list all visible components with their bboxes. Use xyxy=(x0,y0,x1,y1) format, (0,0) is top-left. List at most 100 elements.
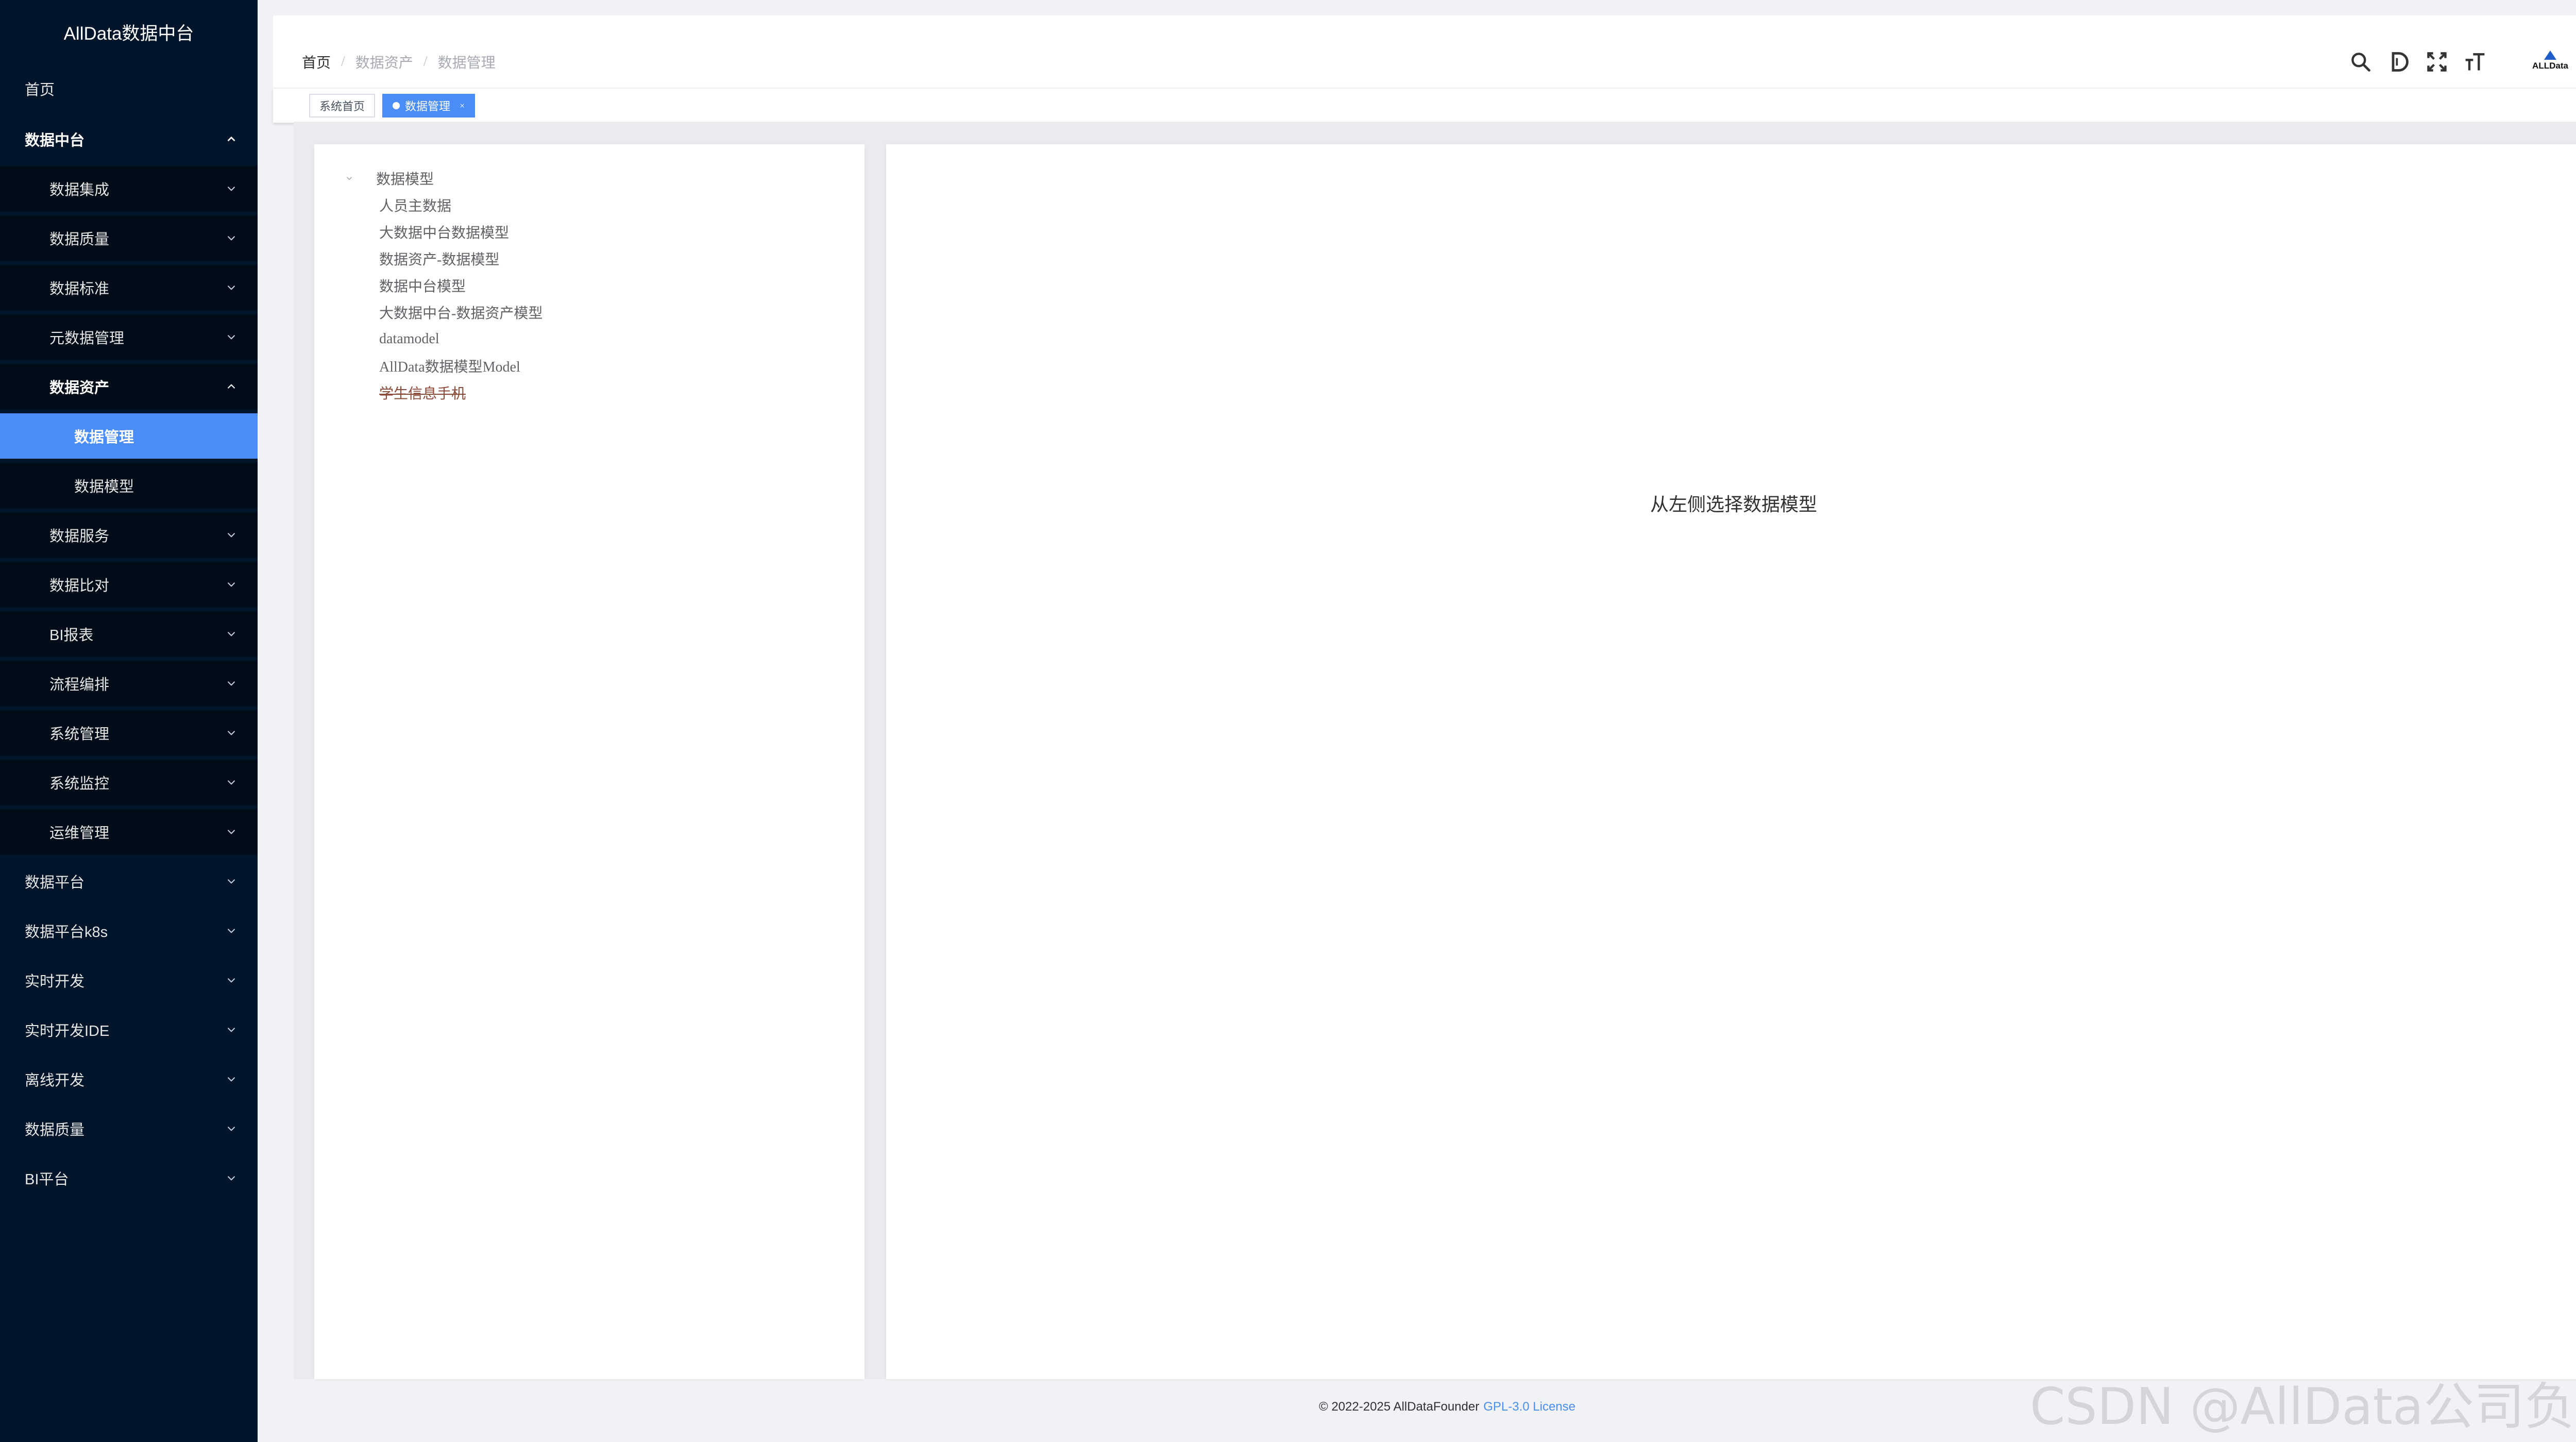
sidebar-item-label: BI报表 xyxy=(49,627,94,644)
sidebar-item-label: 数据比对 xyxy=(49,578,110,594)
breadcrumb-data-assets: 数据资产 xyxy=(355,55,413,71)
breadcrumb-home[interactable]: 首页 xyxy=(302,52,331,72)
sidebar-item-metadata[interactable]: 元数据管理 xyxy=(0,314,258,360)
sidebar-item-bi-report[interactable]: BI报表 xyxy=(0,611,258,657)
sidebar: AllData数据中台 首页 数据中台 数据集成 数据质量 数据标准 元数据管理… xyxy=(0,0,258,1442)
sidebar-item-data-quality-platform[interactable]: 数据质量 xyxy=(0,1106,258,1151)
model-detail-panel: 从左侧选择数据模型 xyxy=(886,144,2576,1379)
app-title: AllData数据中台 xyxy=(63,24,194,44)
tree-node-disabled[interactable]: 学生信息手机 xyxy=(379,379,466,406)
sidebar-item-label: 数据模型 xyxy=(74,479,134,495)
sidebar-item-label: 离线开发 xyxy=(25,1072,85,1089)
sidebar-item-data-platform[interactable]: 数据平台 xyxy=(0,859,258,904)
sidebar-item-data-platform-k8s[interactable]: 数据平台k8s xyxy=(0,908,258,953)
tree-node[interactable]: 大数据中台-数据资产模型 xyxy=(379,299,543,326)
sidebar-item-home[interactable]: 首页 xyxy=(0,66,258,111)
chevron-down-icon xyxy=(225,875,238,888)
sidebar-item-label: 流程编排 xyxy=(49,677,110,693)
document-icon[interactable] xyxy=(2384,47,2413,76)
tree-node[interactable]: AllData数据模型Model xyxy=(379,353,520,379)
sidebar-item-label: BI平台 xyxy=(25,1171,69,1188)
watermark: CSDN @AllData公司负责人 xyxy=(2030,1378,2576,1436)
caret-down-icon[interactable] xyxy=(343,172,355,185)
sidebar-item-label: 实时开发 xyxy=(25,974,85,990)
chevron-down-icon xyxy=(225,1023,238,1036)
tree-node-label: 人员主数据 xyxy=(379,198,452,214)
navbar: 首页 / 数据资产 / 数据管理 ALLData xyxy=(273,15,2576,88)
tree-node-label: 大数据中台-数据资产模型 xyxy=(379,306,543,322)
empty-placeholder: 从左侧选择数据模型 xyxy=(1650,494,1817,515)
chevron-down-icon xyxy=(225,776,238,789)
chevron-down-icon xyxy=(225,1072,238,1086)
breadcrumb: 首页 / 数据资产 / 数据管理 xyxy=(302,52,496,72)
avatar[interactable]: ALLData xyxy=(2524,51,2576,81)
sidebar-item-label: 数据质量 xyxy=(49,231,110,248)
tree-node-root[interactable]: 数据模型 xyxy=(343,165,434,192)
sidebar-item-label: 数据资产 xyxy=(49,380,110,396)
model-tree-panel: 数据模型 人员主数据 大数据中台数据模型 数据资产-数据模型 数据中台模型 大数… xyxy=(314,144,865,1379)
tree-node-label: datamodel xyxy=(379,331,439,347)
chevron-up-icon xyxy=(225,132,238,146)
tag-data-management[interactable]: 数据管理 × xyxy=(382,94,476,118)
chevron-down-icon xyxy=(225,974,238,987)
chevron-down-icon xyxy=(225,330,238,344)
active-dot-icon xyxy=(393,102,400,109)
chevron-up-icon xyxy=(225,380,238,393)
sidebar-item-label: 数据中台 xyxy=(25,132,85,149)
font-size-icon[interactable] xyxy=(2461,47,2489,76)
tree-node-label: 学生信息手机 xyxy=(379,386,466,402)
tree-node[interactable]: datamodel xyxy=(379,326,439,353)
sidebar-item-label: 数据平台 xyxy=(25,875,85,891)
breadcrumb-separator: / xyxy=(423,54,428,70)
close-icon[interactable]: × xyxy=(460,100,465,111)
tag-label: 数据管理 xyxy=(405,100,451,113)
tree-node[interactable]: 人员主数据 xyxy=(379,192,451,219)
sidebar-item-data-assets[interactable]: 数据资产 xyxy=(0,364,258,409)
chevron-down-icon xyxy=(225,281,238,294)
sidebar-item-system-management[interactable]: 系统管理 xyxy=(0,710,258,756)
sidebar-item-bi-platform[interactable]: BI平台 xyxy=(0,1155,258,1201)
sidebar-item-data-model[interactable]: 数据模型 xyxy=(0,463,258,508)
tree-node[interactable]: 数据中台模型 xyxy=(379,272,466,299)
tree-node-label: AllData数据模型Model xyxy=(379,359,520,375)
sidebar-item-data-quality[interactable]: 数据质量 xyxy=(0,215,258,261)
tag-system-home[interactable]: 系统首页 xyxy=(309,94,376,118)
sidebar-item-data-compare[interactable]: 数据比对 xyxy=(0,562,258,607)
search-icon[interactable] xyxy=(2346,47,2375,76)
chevron-down-icon xyxy=(225,1171,238,1185)
sidebar-item-data-integration[interactable]: 数据集成 xyxy=(0,166,258,211)
tag-label: 系统首页 xyxy=(319,100,365,113)
sidebar-item-ops[interactable]: 运维管理 xyxy=(0,809,258,854)
breadcrumb-separator: / xyxy=(341,54,345,70)
chevron-down-icon xyxy=(225,528,238,542)
chevron-down-icon xyxy=(225,924,238,937)
tree-node-label: 数据模型 xyxy=(376,172,434,188)
sidebar-item-label: 数据管理 xyxy=(74,429,134,446)
sidebar-item-system-monitor[interactable]: 系统监控 xyxy=(0,760,258,805)
tree-node[interactable]: 大数据中台数据模型 xyxy=(379,219,509,245)
sidebar-item-label: 系统管理 xyxy=(49,726,110,743)
sidebar-item-label: 实时开发IDE xyxy=(25,1023,110,1039)
sidebar-item-data-center[interactable]: 数据中台 xyxy=(0,116,258,162)
sidebar-item-label: 系统监控 xyxy=(49,776,110,792)
sidebar-item-realtime-ide[interactable]: 实时开发IDE xyxy=(0,1007,258,1052)
sidebar-item-data-management[interactable]: 数据管理 xyxy=(0,413,258,459)
sidebar-item-data-service[interactable]: 数据服务 xyxy=(0,512,258,558)
fullscreen-icon[interactable] xyxy=(2422,47,2451,76)
sidebar-item-workflow[interactable]: 流程编排 xyxy=(0,661,258,706)
sidebar-item-label: 运维管理 xyxy=(49,825,110,842)
breadcrumb-data-management: 数据管理 xyxy=(437,55,496,71)
tree-node-label: 数据中台模型 xyxy=(379,279,466,295)
chevron-down-icon xyxy=(225,1122,238,1135)
chevron-down-icon xyxy=(225,182,238,195)
chevron-down-icon xyxy=(225,677,238,690)
tree-node[interactable]: 数据资产-数据模型 xyxy=(379,245,499,272)
sidebar-item-data-standard[interactable]: 数据标准 xyxy=(0,265,258,310)
license-link[interactable]: GPL-3.0 License xyxy=(1483,1400,1575,1414)
chevron-down-icon xyxy=(225,627,238,641)
sidebar-item-realtime-dev[interactable]: 实时开发 xyxy=(0,958,258,1003)
footer-copyright: © 2022-2025 AllDataFounder xyxy=(1318,1400,1480,1414)
sidebar-item-offline-dev[interactable]: 离线开发 xyxy=(0,1057,258,1102)
chevron-down-icon xyxy=(225,231,238,245)
sidebar-item-label: 首页 xyxy=(25,82,55,98)
